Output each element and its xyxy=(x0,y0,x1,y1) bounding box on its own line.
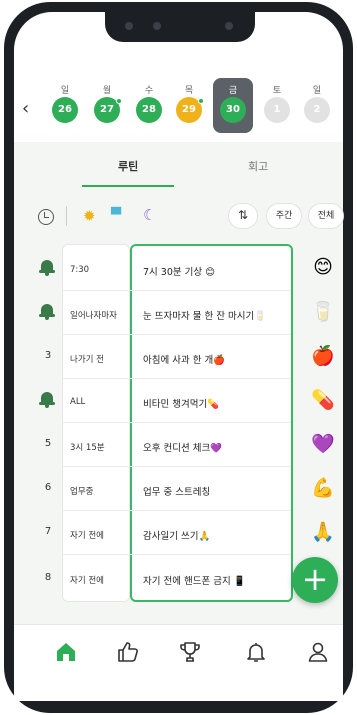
clock-icon[interactable] xyxy=(38,209,54,225)
day-date: 26 xyxy=(52,97,78,123)
day-label: 월 xyxy=(102,86,112,96)
day-date: 2 xyxy=(304,97,330,123)
day-label: 일 xyxy=(60,86,70,96)
alarm-bell-icon[interactable] xyxy=(39,392,55,408)
tab-record[interactable]: 회고 xyxy=(248,158,268,174)
routine-number: 3 xyxy=(44,350,52,361)
routine-time: 7:30 xyxy=(70,265,90,275)
praying-hands-emoji-icon: 🙏 xyxy=(311,521,335,543)
bell-icon[interactable] xyxy=(244,640,268,664)
pill-emoji-icon: 💊 xyxy=(311,389,335,411)
day-mon[interactable]: 월 27 xyxy=(90,83,124,123)
routine-time: ALL xyxy=(70,397,86,407)
all-filter-button[interactable]: 전체 xyxy=(308,203,344,229)
routine-number: 6 xyxy=(44,482,52,493)
task-column xyxy=(130,244,293,602)
day-label: 금 xyxy=(228,86,238,96)
day-fri-selected[interactable]: 금 30 xyxy=(216,83,250,123)
day-date: 28 xyxy=(136,97,162,123)
routine-time: 자기 전에 xyxy=(70,576,104,586)
divider xyxy=(66,206,67,226)
routine-task[interactable]: 아침에 사과 한 개🍎 xyxy=(143,352,291,366)
active-tab-indicator xyxy=(82,185,174,187)
profile-icon[interactable] xyxy=(306,640,330,664)
day-date: 27 xyxy=(94,97,122,123)
routine-task[interactable]: 오후 컨디션 체크💜 xyxy=(143,440,291,454)
weekly-filter-button[interactable]: 주간 xyxy=(266,203,302,229)
trophy-icon[interactable] xyxy=(178,640,202,664)
routine-task[interactable]: 자기 전에 핸드폰 금지 📱 xyxy=(143,573,291,587)
apple-emoji-icon: 🍎 xyxy=(311,345,335,367)
day-sun[interactable]: 일 26 xyxy=(48,83,82,123)
milk-glass-emoji-icon: 🥛 xyxy=(311,301,335,323)
alarm-bell-icon[interactable] xyxy=(39,260,55,276)
day-sun-next[interactable]: 일 2 xyxy=(300,83,334,123)
smile-emoji-icon: 😊 xyxy=(313,256,333,278)
day-date: 1 xyxy=(264,97,290,123)
home-icon[interactable] xyxy=(54,640,78,664)
sunset-icon[interactable]: ▀ xyxy=(111,208,121,223)
moon-icon[interactable]: ☾ xyxy=(143,206,156,224)
routine-time: 나가기 전 xyxy=(70,355,104,365)
add-routine-button[interactable]: + xyxy=(292,557,338,603)
time-column xyxy=(62,244,130,602)
tab-bar xyxy=(14,142,343,192)
routine-task[interactable]: 비타민 챙겨먹기💊 xyxy=(143,396,291,410)
routine-number: 7 xyxy=(44,526,52,537)
routine-time: 자기 전에 xyxy=(70,531,104,541)
sort-arrows-icon[interactable]: ⇅ xyxy=(228,203,258,229)
routine-task[interactable]: 감사일기 쓰기🙏 xyxy=(143,528,291,542)
flexed-bicep-emoji-icon: 💪 xyxy=(311,477,335,499)
routine-task[interactable]: 7시 30분 기상 😊 xyxy=(143,264,291,278)
day-label: 토 xyxy=(272,86,282,96)
day-label: 목 xyxy=(184,86,194,96)
day-label: 수 xyxy=(144,86,154,96)
day-wed[interactable]: 수 28 xyxy=(132,83,166,123)
routine-task[interactable]: 업무 중 스트레칭 xyxy=(143,484,291,498)
day-label: 일 xyxy=(312,86,322,96)
chevron-left-icon[interactable]: ‹ xyxy=(22,98,29,119)
tab-routine[interactable]: 루틴 xyxy=(118,158,138,174)
routine-number: 5 xyxy=(44,438,52,449)
day-date: 30 xyxy=(220,97,246,123)
day-date: 29 xyxy=(176,97,204,123)
purple-heart-emoji-icon: 💜 xyxy=(311,433,335,455)
notch xyxy=(105,12,255,42)
day-thu[interactable]: 목 29 xyxy=(172,83,206,123)
routine-number: 8 xyxy=(44,572,52,583)
sun-icon[interactable]: ✹ xyxy=(83,207,96,225)
alarm-bell-icon[interactable] xyxy=(39,304,55,320)
thumbs-up-icon[interactable] xyxy=(116,640,140,664)
day-sat[interactable]: 토 1 xyxy=(260,83,294,123)
routine-time: 업무중 xyxy=(70,487,94,497)
routine-task[interactable]: 눈 뜨자마자 물 한 잔 마시기🥛 xyxy=(143,308,291,322)
routine-time: 일어나자마자 xyxy=(70,311,117,321)
routine-time: 3시 15분 xyxy=(70,443,105,453)
